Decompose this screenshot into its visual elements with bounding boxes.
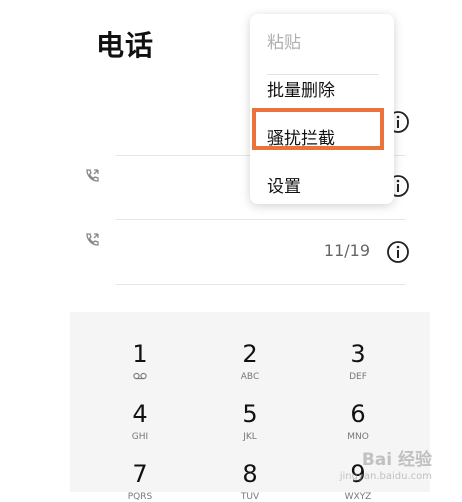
watermark-url: jingyan.baidu.com [339,471,432,482]
voicemail-icon [133,372,147,380]
menu-item-settings[interactable]: 设置 [267,172,301,197]
dial-key-4[interactable]: 4 GHI [95,400,185,442]
dial-key-5[interactable]: 5 JKL [205,400,295,442]
info-icon[interactable] [386,240,410,264]
dial-key-6[interactable]: 6 MNO [313,400,403,442]
dial-key-1[interactable]: 1 [95,340,185,382]
page-title: 电话 [96,29,155,62]
dial-key-2[interactable]: 2 ABC [205,340,295,382]
menu-divider [267,74,379,75]
dial-key-3[interactable]: 3 DEF [313,340,403,382]
phone-call-icon [86,169,99,182]
call-date: 11/19 [323,241,370,260]
dial-key-7[interactable]: 7 PQRS [95,460,185,502]
divider [116,284,406,285]
call-log-row[interactable]: 11/19 [76,220,416,284]
dial-key-8[interactable]: 8 TUV [205,460,295,502]
menu-item-batch-delete[interactable]: 批量删除 [267,76,335,101]
watermark-logo: Bai 经验 [361,450,432,470]
highlight-annotation [252,108,384,150]
menu-item-paste[interactable]: 粘贴 [267,28,301,53]
phone-call-icon [86,233,99,246]
